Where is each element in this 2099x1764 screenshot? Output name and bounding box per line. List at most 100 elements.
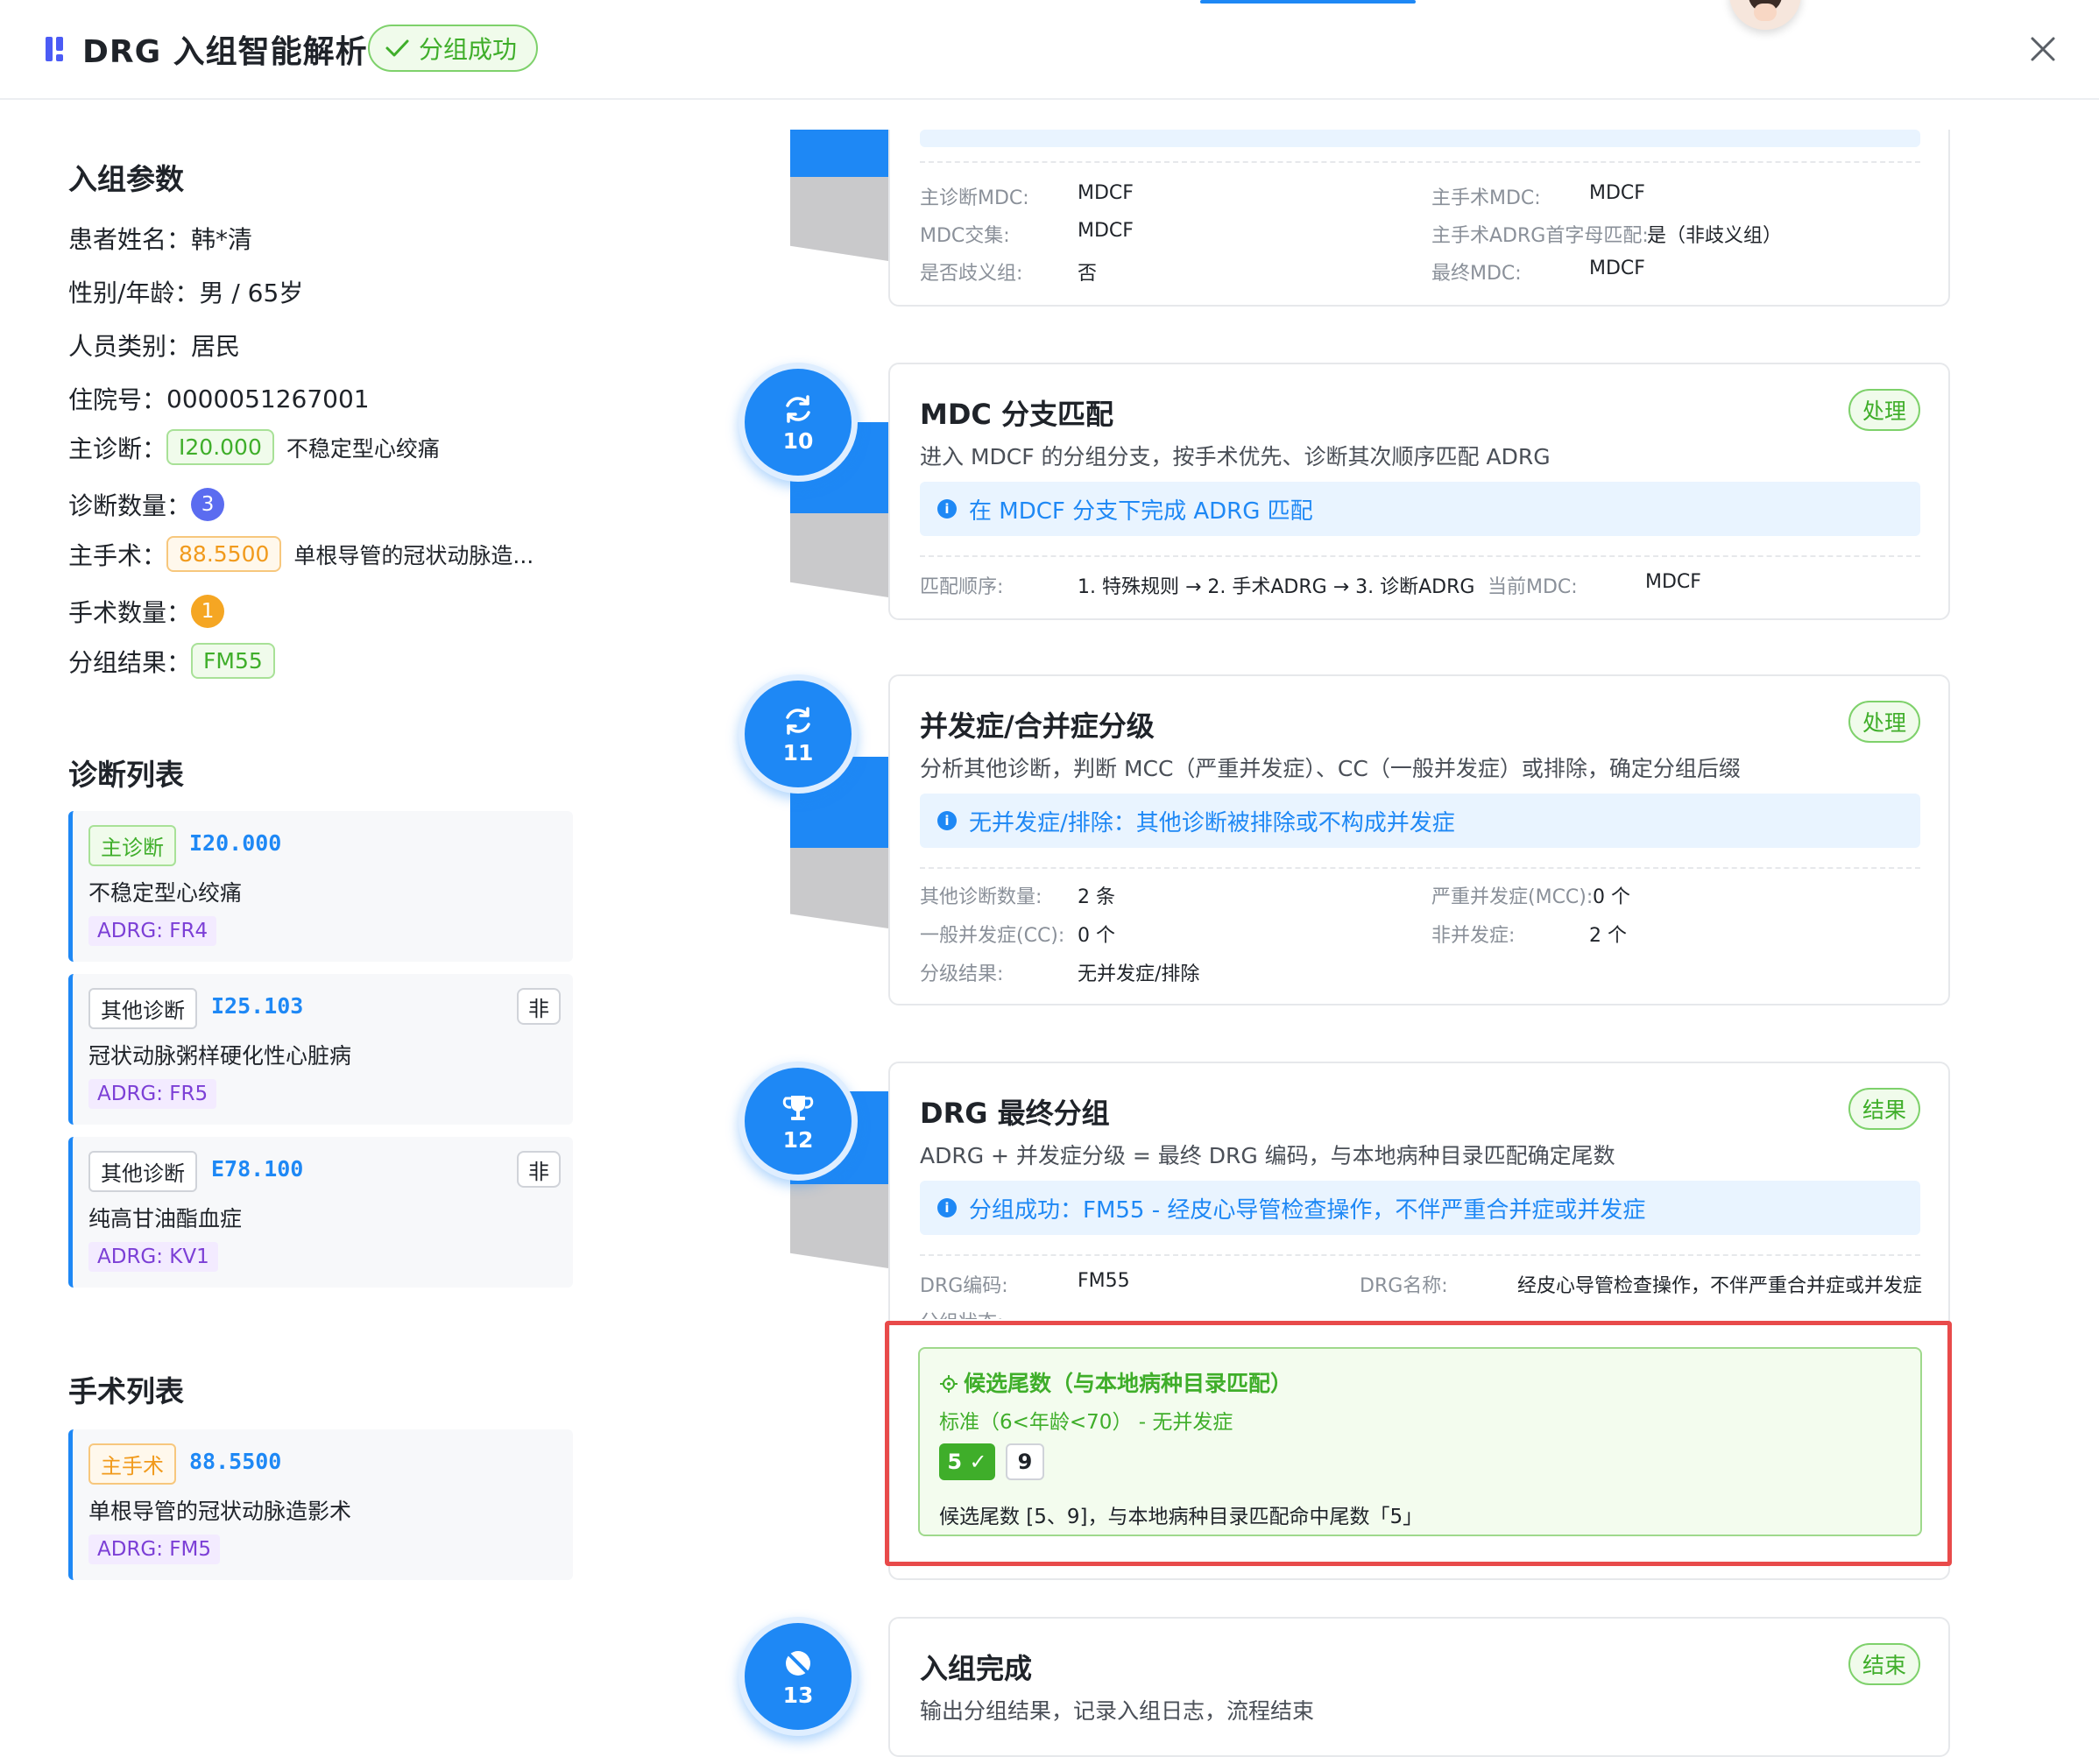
step-number: 10 xyxy=(782,427,814,454)
non-complication-badge: 非 xyxy=(517,1151,561,1188)
kv-row: 最终MDC: MDCF xyxy=(1431,258,1645,285)
diagnosis-tag: 其他诊断 xyxy=(88,1151,197,1192)
operation-name: 单根导管的冠状动脉造影术 xyxy=(88,1499,352,1524)
operation-code-badge: 88.5500 xyxy=(166,536,282,572)
step-13-card: 入组完成 结束 输出分组结果，记录入组日志，流程结束 xyxy=(888,1617,1950,1757)
logo-icon xyxy=(46,37,65,61)
refresh-icon xyxy=(786,394,810,423)
operation-code: 88.5500 xyxy=(189,1449,282,1474)
kv-row: 当前MDC: MDCF xyxy=(1488,571,1701,598)
check-icon xyxy=(385,39,409,57)
tail-chip[interactable]: 9 xyxy=(1006,1443,1044,1480)
param-main-diagnosis: 主诊断： I20.000 不稳定型心绞痛 xyxy=(68,429,440,465)
info-banner: i 无并发症/排除：其他诊断被排除或不构成并发症 xyxy=(920,794,1920,848)
param-person-type: 人员类别： 居民 xyxy=(68,332,241,361)
header-bar: DRG 入组智能解析 分组成功 xyxy=(0,0,2099,100)
kv-row: 匹配顺序: 1. 特殊规则 → 2. 手术ADRG → 3. 诊断ADRG xyxy=(920,576,1475,598)
diagnosis-name: 纯高甘油酯血症 xyxy=(88,1206,243,1231)
refresh-icon xyxy=(786,706,810,735)
diagnosis-tag: 其他诊断 xyxy=(88,988,197,1029)
param-group-result: 分组结果： FM55 xyxy=(68,643,287,679)
step-13-circle: 13 xyxy=(739,1617,858,1736)
kv-row: MDC交集: MDCF xyxy=(920,220,1134,247)
info-banner xyxy=(920,130,1920,147)
status-badge-label: 分组成功 xyxy=(419,35,518,64)
param-admission-no: 住院号： 0000051267001 xyxy=(68,384,370,415)
operation-list-title: 手术列表 xyxy=(68,1374,184,1408)
step-title: MDC 分支匹配 xyxy=(920,398,1114,431)
step-title: 入组完成 xyxy=(920,1652,1033,1685)
timeline-connector xyxy=(790,130,888,261)
diagnosis-name: 冠状动脉粥样硬化性心脏病 xyxy=(88,1043,352,1069)
step-12-circle: 12 xyxy=(739,1062,858,1181)
diagnosis-name: 不稳定型心绞痛 xyxy=(88,880,243,906)
target-icon xyxy=(940,1375,958,1393)
step-9-card: 主诊断MDC: MDCF 主手术MDC: MDCF MDC交集: MDCF 主手术AD… xyxy=(888,130,1950,307)
kv-row: 分组状态:成功 xyxy=(920,1307,1003,1319)
diagnosis-card[interactable]: 其他诊断 E78.100 非 纯高甘油酯血症 ADRG: KV1 xyxy=(68,1137,573,1288)
block-icon xyxy=(786,1650,810,1676)
page-title: DRG 入组智能解析 xyxy=(82,34,368,70)
adrg-badge: ADRG: FR4 xyxy=(88,916,217,946)
diagnosis-count-badge: 3 xyxy=(191,488,225,521)
kv-row: 严重并发症(MCC): 0 个 xyxy=(1431,886,1630,908)
info-banner: i 在 MDCF 分支下完成 ADRG 匹配 xyxy=(920,482,1920,536)
kv-row: 非并发症: 2 个 xyxy=(1431,925,1627,947)
diagnosis-code: E78.100 xyxy=(211,1156,304,1182)
candidate-title: 候选尾数（与本地病种目录匹配） xyxy=(939,1366,1292,1398)
non-complication-badge: 非 xyxy=(517,988,561,1025)
operation-count-badge: 1 xyxy=(191,595,225,628)
diagnosis-card[interactable]: 其他诊断 I25.103 非 冠状动脉粥样硬化性心脏病 ADRG: FR5 xyxy=(68,974,573,1125)
kv-row: 其他诊断数量: 2 条 xyxy=(920,886,1115,908)
step-description: 分析其他诊断，判断 MCC（严重并发症）、CC（一般并发症）或排除，确定分组后缀 xyxy=(920,756,1741,781)
diagnosis-code: I20.000 xyxy=(189,830,282,856)
info-text: 分组成功：FM55 - 经皮心导管检查操作，不伴严重合并症或并发症 xyxy=(969,1196,1646,1224)
operation-card[interactable]: 主手术 88.5500 单根导管的冠状动脉造影术 ADRG: FM5 xyxy=(68,1429,573,1580)
diagnosis-card[interactable]: 主诊断 I20.000 不稳定型心绞痛 ADRG: FR4 xyxy=(68,811,573,962)
step-badge: 处理 xyxy=(1848,389,1920,431)
kv-row: 主手术MDC: MDCF xyxy=(1431,182,1645,209)
trophy-icon xyxy=(782,1095,814,1120)
info-banner: i 分组成功：FM55 - 经皮心导管检查操作，不伴严重合并症或并发症 xyxy=(920,1181,1920,1235)
status-badge: 分组成功 xyxy=(368,25,539,72)
step-title: DRG 最终分组 xyxy=(920,1097,1110,1130)
tail-chip-selected[interactable]: 5 ✓ xyxy=(939,1443,995,1480)
kv-row: 主手术ADRG首字母匹配: 是（非歧义组） xyxy=(1431,225,1783,247)
kv-row: DRG编码: FM55 xyxy=(920,1270,1130,1297)
step-description: 输出分组结果，记录入组日志，流程结束 xyxy=(920,1698,1315,1724)
info-icon: i xyxy=(937,499,957,519)
adrg-badge: ADRG: FM5 xyxy=(88,1535,221,1564)
step-11-circle: 11 xyxy=(739,674,858,794)
param-patient-name: 患者姓名： 韩*清 xyxy=(68,225,253,254)
kv-row: 一般并发症(CC): 0 个 xyxy=(920,925,1115,947)
step-number: 12 xyxy=(782,1126,814,1153)
step-description: ADRG + 并发症分级 = 最终 DRG 编码，与本地病种目录匹配确定尾数 xyxy=(920,1143,1615,1168)
candidate-subtitle: 标准（6<年龄<70） - 无并发症 xyxy=(939,1411,1233,1434)
adrg-badge: ADRG: KV1 xyxy=(88,1242,218,1272)
step-10-card: MDC 分支匹配 处理 进入 MDCF 的分组分支，按手术优先、诊断其次顺序匹配… xyxy=(888,363,1950,620)
info-icon: i xyxy=(937,1198,957,1217)
avatar[interactable] xyxy=(1729,0,1801,30)
diagnosis-code-badge: I20.000 xyxy=(166,429,274,465)
kv-row: DRG名称: 经皮心导管检查操作，不伴严重合并症或并发症 xyxy=(1360,1275,1923,1297)
kv-row: 分级结果: 无并发症/排除 xyxy=(920,963,1200,985)
step-11-card: 并发症/合并症分级 处理 分析其他诊断，判断 MCC（严重并发症）、CC（一般并… xyxy=(888,674,1950,1005)
info-text: 无并发症/排除：其他诊断被排除或不构成并发症 xyxy=(969,809,1455,836)
step-number: 11 xyxy=(782,739,814,766)
close-button[interactable] xyxy=(2024,30,2062,68)
step-badge: 结束 xyxy=(1848,1643,1920,1685)
step-title: 并发症/合并症分级 xyxy=(920,709,1155,743)
param-operation-count: 手术数量： 1 xyxy=(68,594,225,629)
step-badge: 结果 xyxy=(1848,1088,1920,1130)
param-diagnosis-count: 诊断数量： 3 xyxy=(68,487,225,522)
param-gender-age: 性别/年龄：男 / 65岁 xyxy=(68,279,304,307)
step-description: 进入 MDCF 的分组分支，按手术优先、诊断其次顺序匹配 ADRG xyxy=(920,444,1551,469)
tab-indicator xyxy=(1200,0,1416,4)
diagnosis-tag: 主诊断 xyxy=(88,825,176,866)
kv-row: 主诊断MDC: MDCF xyxy=(920,182,1134,209)
candidate-note: 候选尾数 [5、9]，与本地病种目录匹配命中尾数「5」 xyxy=(939,1506,1424,1528)
diagnosis-list-title: 诊断列表 xyxy=(68,758,184,792)
kv-row: 是否歧义组: 否 xyxy=(920,263,1098,285)
step-10-circle: 10 xyxy=(739,363,858,482)
group-result-badge: FM55 xyxy=(191,643,275,679)
